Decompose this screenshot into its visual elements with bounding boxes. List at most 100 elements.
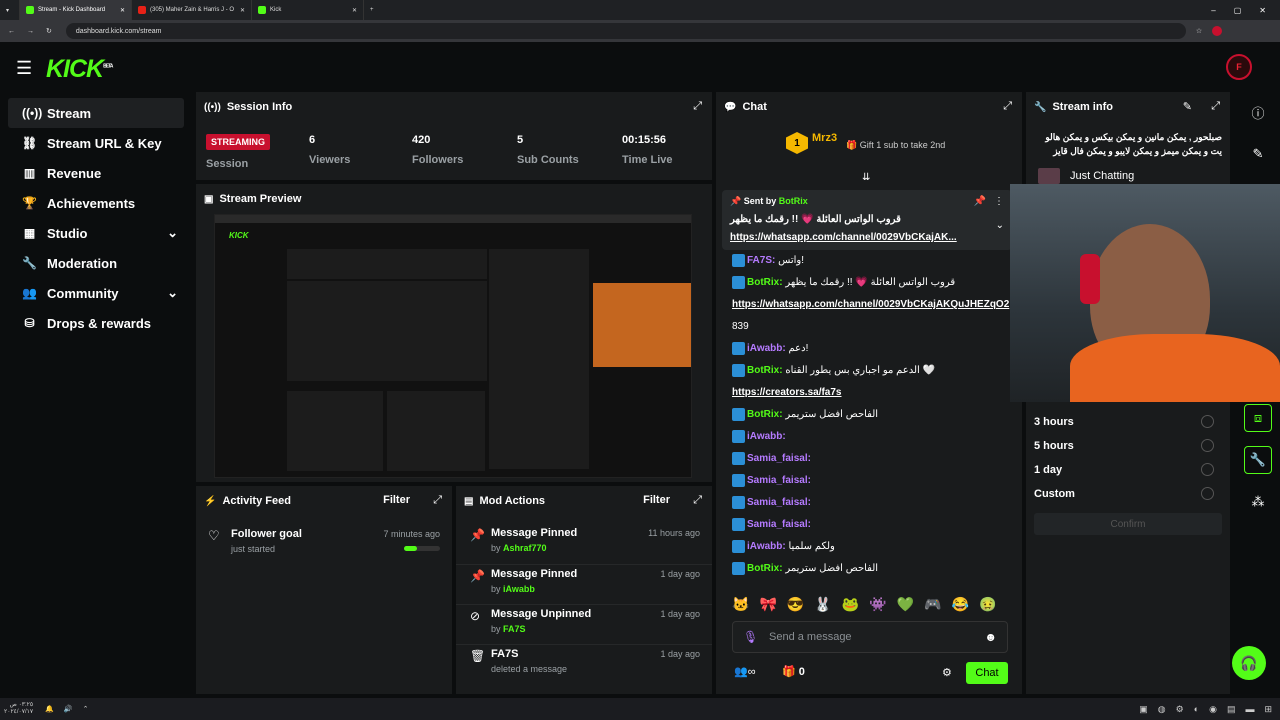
reload-icon[interactable]: ↻ — [46, 27, 52, 35]
sidebar-item-stream-url-key[interactable]: ⛓ Stream URL & Key — [8, 128, 184, 158]
emote-icon[interactable]: 🐰 — [814, 596, 831, 618]
edit-pencil-icon[interactable]: ✎ — [1244, 140, 1272, 168]
profile-avatar[interactable] — [1212, 26, 1223, 36]
option-row[interactable]: 1 day — [1034, 463, 1224, 488]
preview-video[interactable]: KICK — [214, 214, 692, 478]
top-gifter-name[interactable]: Mrz3 — [812, 132, 837, 144]
store-icon[interactable]: ▤ — [1227, 704, 1236, 715]
emote-icon[interactable]: 🐸 — [842, 596, 859, 618]
option-row[interactable]: 3 hours — [1034, 415, 1224, 440]
sidebar-item-studio[interactable]: ▦ Studio ⌄ — [8, 218, 184, 248]
emote-icon[interactable]: 💚 — [897, 596, 914, 618]
app-icon[interactable]: ▣ — [1139, 704, 1148, 715]
close-window-icon[interactable]: ✕ — [1259, 6, 1266, 15]
chat-text[interactable]: https://whatsapp.com/channel/0029VbCKajA… — [732, 299, 1009, 310]
radio-button[interactable] — [1201, 415, 1214, 428]
filter-button[interactable]: Filter — [643, 494, 670, 506]
chat-username[interactable]: Samia_faisal: — [747, 453, 811, 464]
taskbar-clock[interactable]: ٠٣:٢٥ ص ٢٠٢٤/٠٧/١٧ — [4, 702, 33, 716]
close-icon[interactable]: ✕ — [120, 7, 125, 14]
chat-username[interactable]: BotRix: — [747, 563, 783, 574]
info-icon[interactable]: ⓘ — [1244, 98, 1272, 126]
option-row[interactable]: 5 hours — [1034, 439, 1224, 464]
new-tab-icon[interactable]: + — [364, 0, 380, 20]
mic-icon[interactable]: 🎙 — [743, 630, 758, 644]
chat-username[interactable]: iAwabb: — [747, 343, 786, 354]
emote-icon[interactable]: 🎮 — [924, 596, 941, 618]
close-icon[interactable]: ✕ — [240, 7, 245, 14]
chat-username[interactable]: Samia_faisal: — [747, 475, 811, 486]
app-icon[interactable]: ⚙ — [1176, 704, 1184, 715]
close-icon[interactable]: ✕ — [352, 7, 357, 14]
send-chat-button[interactable]: Chat — [966, 662, 1008, 684]
edge-icon[interactable]: ◐ — [1194, 704, 1199, 715]
sidebar-item-stream[interactable]: ((•)) Stream — [8, 98, 184, 128]
unpin-icon[interactable]: 📌 — [974, 196, 986, 207]
option-row[interactable]: Custom — [1034, 487, 1224, 512]
mod-action-user[interactable]: iAwabb — [503, 584, 535, 594]
expand-icon[interactable]: ⤢ — [693, 100, 702, 113]
url-field[interactable]: dashboard.kick.com/stream — [65, 23, 1186, 39]
tab-menu-icon[interactable]: ▾ — [0, 0, 20, 20]
chat-username[interactable]: iAwabb: — [747, 541, 786, 552]
gift-text[interactable]: 🎁 Gift 1 sub to take 2nd — [846, 140, 945, 151]
emote-icon[interactable]: 🎀 — [759, 596, 776, 618]
filter-button[interactable]: Filter — [383, 494, 410, 506]
expand-icon[interactable]: ⤢ — [433, 494, 442, 507]
sidebar-item-community[interactable]: 👥 Community ⌄ — [8, 278, 184, 308]
network-icon[interactable]: ⌃ — [83, 705, 89, 713]
maximize-icon[interactable]: ▢ — [1234, 6, 1242, 15]
emote-icon[interactable]: 😎 — [787, 596, 804, 618]
studio-icon[interactable]: ⧈ — [1244, 404, 1272, 432]
chat-username[interactable]: Samia_faisal: — [747, 519, 811, 530]
chat-text[interactable]: https://creators.sa/fa7s — [732, 387, 842, 398]
tab-kick-dashboard[interactable]: Stream - Kick Dashboard ✕ — [20, 0, 132, 20]
expand-icon[interactable]: ⤢ — [1211, 100, 1220, 113]
hamburger-menu-icon[interactable]: ☰ — [16, 58, 32, 79]
windows-start-icon[interactable]: ⊞ — [1264, 704, 1272, 715]
back-icon[interactable]: ← — [8, 28, 15, 35]
sidebar-item-revenue[interactable]: ▥ Revenue — [8, 158, 184, 188]
emote-icon[interactable]: 🐱 — [732, 596, 749, 618]
category-label[interactable]: Just Chatting — [1070, 170, 1134, 182]
wrench-icon[interactable]: 🔧 — [1244, 446, 1272, 474]
chat-input[interactable]: 🎙 Send a message ☻ — [732, 621, 1008, 653]
app-icon[interactable]: ◍ — [1158, 704, 1166, 715]
forward-icon[interactable]: → — [27, 28, 34, 35]
community-icon[interactable]: 👥∞ — [734, 665, 756, 678]
chrome-icon[interactable]: ◉ — [1209, 704, 1217, 715]
emote-icon[interactable]: 🤢 — [979, 596, 996, 618]
sidebar-item-achievements[interactable]: 🏆 Achievements — [8, 188, 184, 218]
emote-icon[interactable]: 😂 — [952, 596, 969, 618]
radio-button[interactable] — [1201, 487, 1214, 500]
chat-username[interactable]: FA7S: — [747, 255, 775, 266]
settings-gear-icon[interactable]: ⚙ — [942, 666, 952, 679]
volume-icon[interactable]: 🔊 — [64, 705, 73, 713]
confirm-button[interactable]: Confirm — [1034, 513, 1222, 535]
chat-username[interactable]: BotRix: — [747, 409, 783, 420]
kick-logo[interactable]: KICKBETA — [46, 55, 113, 84]
folder-icon[interactable]: ▬ — [1245, 704, 1254, 715]
tab-kick[interactable]: Kick ✕ — [252, 0, 364, 20]
expand-icon[interactable]: ⤢ — [1003, 100, 1012, 113]
mod-action-user[interactable]: Ashraf770 — [503, 543, 547, 553]
chat-username[interactable]: BotRix: — [747, 277, 783, 288]
community-icon[interactable]: ⁂ — [1244, 488, 1272, 516]
expand-icon[interactable]: ⤢ — [693, 494, 702, 507]
tab-youtube[interactable]: (305) Maher Zain & Harris J - O ✕ — [132, 0, 252, 20]
minimize-icon[interactable]: – — [1211, 6, 1215, 15]
edit-pencil-icon[interactable]: ✎ — [1183, 100, 1192, 113]
gift-counter[interactable]: 🎁 0 — [782, 665, 805, 678]
notification-icon[interactable]: 🔔 — [45, 705, 54, 713]
sidebar-item-drops-rewards[interactable]: ⛁ Drops & rewards — [8, 308, 184, 338]
scroll-down-icon[interactable]: ⇊ — [862, 172, 870, 183]
user-avatar[interactable]: F — [1226, 54, 1252, 80]
chevron-down-icon[interactable]: ⌄ — [996, 220, 1004, 231]
chat-username[interactable]: iAwabb: — [747, 431, 786, 442]
sidebar-item-moderation[interactable]: 🔧 Moderation — [8, 248, 184, 278]
chat-username[interactable]: BotRix: — [747, 365, 783, 376]
chat-username[interactable]: Samia_faisal: — [747, 497, 811, 508]
mod-action-user[interactable]: FA7S — [503, 624, 526, 634]
support-headset-button[interactable]: 🎧 — [1232, 646, 1266, 680]
more-options-icon[interactable]: ⋮ — [994, 196, 1004, 207]
